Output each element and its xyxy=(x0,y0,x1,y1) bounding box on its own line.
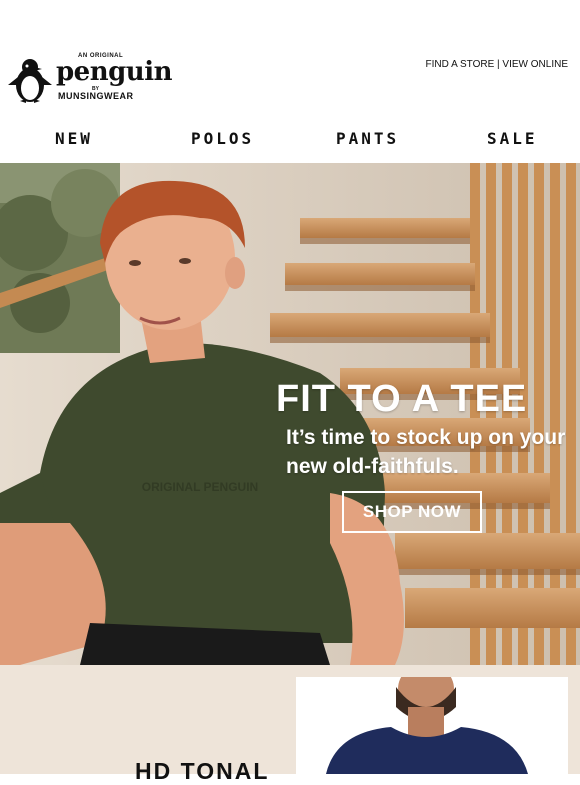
penguin-icon xyxy=(8,59,52,103)
shop-now-button[interactable]: SHOP NOW xyxy=(342,491,482,533)
product-image[interactable] xyxy=(296,677,568,774)
shirt-print: ORIGINAL PENGUIN xyxy=(142,480,258,494)
product-section: HD TONAL xyxy=(0,665,580,784)
main-nav: NEW POLOS PANTS SALE xyxy=(0,118,580,160)
brand-logo[interactable]: AN ORIGINAL penguin BY MUNSINGWEAR xyxy=(6,53,173,105)
top-links: FIND A STORE | VIEW ONLINE xyxy=(426,59,568,70)
nav-item-sale[interactable]: SALE xyxy=(487,129,538,148)
logo-wordmark: penguin xyxy=(56,57,173,87)
logo-subbrand: MUNSINGWEAR xyxy=(58,91,134,101)
nav-item-pants[interactable]: PANTS xyxy=(336,129,399,148)
hero-subtitle: It’s time to stock up on your new old-fa… xyxy=(286,426,566,478)
hero-banner[interactable]: ORIGINAL PENGUIN FIT TO A TEE It’s time … xyxy=(0,163,580,665)
hero-title: FIT TO A TEE xyxy=(276,378,528,420)
product-title: HD TONAL xyxy=(135,758,270,784)
product-photo xyxy=(296,677,568,774)
nav-item-polos[interactable]: POLOS xyxy=(191,129,254,148)
nav-item-new[interactable]: NEW xyxy=(55,129,93,148)
email-header: AN ORIGINAL penguin BY MUNSINGWEAR FIND … xyxy=(0,0,580,115)
find-store-link[interactable]: FIND A STORE xyxy=(426,59,495,70)
view-online-link[interactable]: VIEW ONLINE xyxy=(502,59,568,70)
